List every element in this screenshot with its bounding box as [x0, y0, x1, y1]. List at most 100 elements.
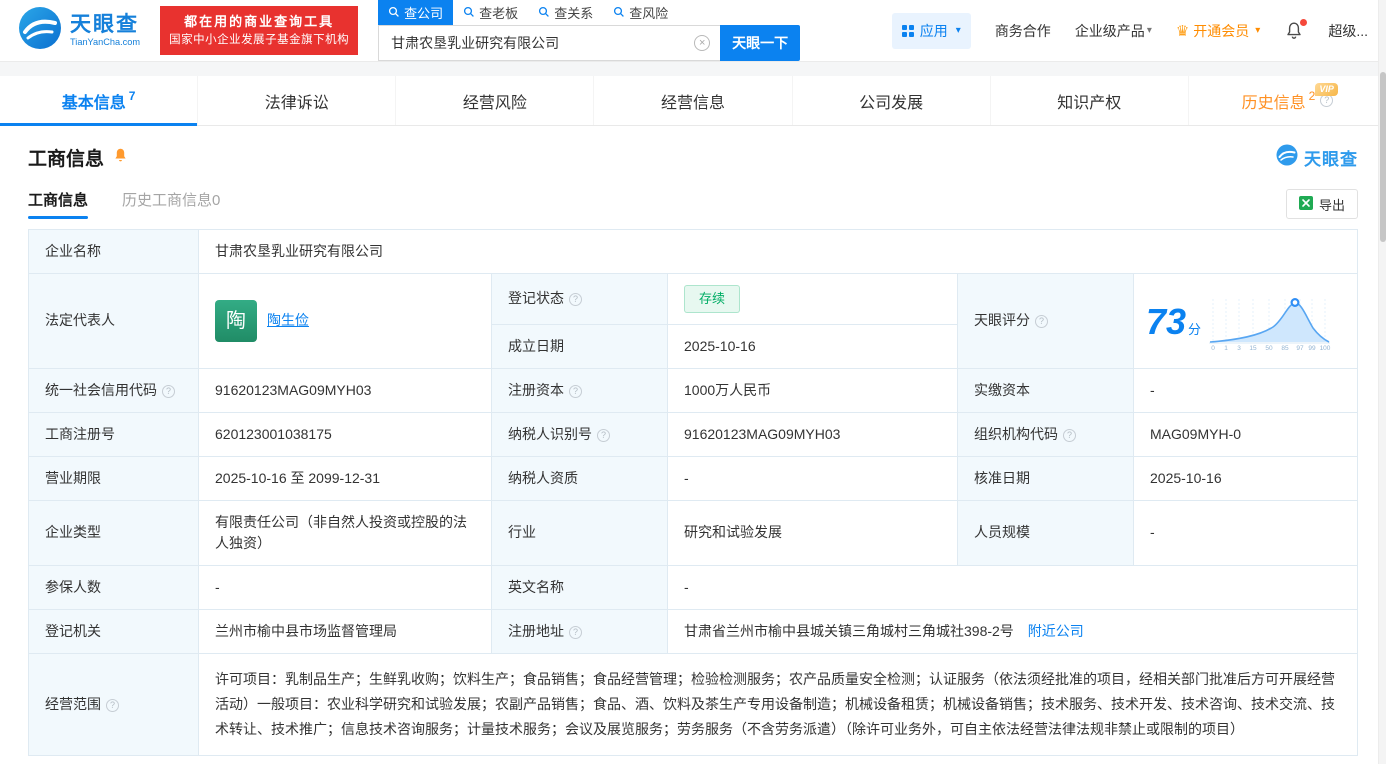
search-icon: [388, 6, 400, 18]
business-cooperation-label: 商务合作: [994, 22, 1051, 39]
industry-label: 行业: [491, 499, 668, 566]
business-term-label: 营业期限: [28, 455, 199, 501]
svg-text:3: 3: [1237, 345, 1241, 351]
tab-history-info[interactable]: VIP 历史信息 2 ?: [1187, 76, 1386, 125]
search-tab-risk[interactable]: 查风险: [603, 0, 678, 25]
page-scrollbar[interactable]: [1378, 0, 1386, 764]
help-icon: ?: [569, 625, 582, 639]
score-number: 73 分: [1146, 300, 1202, 342]
taxpayer-id-value: 91620123MAG09MYH03: [667, 411, 958, 457]
status-badge: 存续: [684, 285, 741, 313]
tab-intellectual-property[interactable]: 知识产权: [989, 76, 1188, 125]
approval-date-label: 核准日期: [957, 455, 1134, 501]
legal-rep-link[interactable]: 陶生俭: [267, 310, 309, 331]
paid-capital-value: -: [1133, 367, 1358, 413]
reg-address-label: 注册地址?: [491, 608, 668, 654]
search-input[interactable]: [378, 24, 721, 61]
search-tab-relation[interactable]: 查关系: [528, 0, 603, 25]
subtabs-row: 工商信息 历史工商信息0 导出: [28, 189, 1358, 219]
reg-authority-value: 兰州市榆中县市场监督管理局: [198, 608, 492, 654]
tab-label: 经营信息: [660, 94, 725, 112]
table-row: 经营范围? 许可项目：乳制品生产；生鲜乳收购；饮料生产；食品销售；食品经营管理；…: [28, 652, 1358, 757]
legal-rep-value: 陶 陶生俭: [198, 273, 492, 369]
tab-legal-proceedings[interactable]: 法律诉讼: [197, 76, 395, 125]
clear-search-icon[interactable]: ×: [694, 34, 711, 51]
export-button[interactable]: 导出: [1285, 189, 1358, 219]
reg-number-value: 620123001038175: [198, 411, 492, 457]
business-cooperation-link[interactable]: 商务合作: [995, 21, 1051, 41]
svg-text:0: 0: [1211, 345, 1215, 351]
search-icon: [538, 6, 550, 18]
nearby-companies-link[interactable]: 附近公司: [1028, 623, 1084, 639]
search-tabs: 查公司 查老板 查关系 查风险: [378, 0, 800, 25]
staff-size-label: 人员规模: [957, 499, 1134, 566]
search-button[interactable]: 天眼一下: [720, 24, 801, 61]
brand-domain: TianYanCha.com: [70, 36, 141, 48]
paid-capital-label: 实缴资本: [957, 367, 1134, 413]
enterprise-product-label: 企业级产品: [1074, 22, 1145, 39]
chevron-down-icon: ▾: [955, 25, 961, 36]
search-input-wrap: ×: [378, 24, 721, 61]
legal-rep-avatar[interactable]: 陶: [215, 299, 257, 342]
tab-operational-risk[interactable]: 经营风险: [395, 76, 593, 125]
company-nav-tabs: 基本信息 7 法律诉讼 经营风险 经营信息 公司发展 知识产权 VIP 历史信息…: [0, 76, 1386, 126]
reg-number-label: 工商注册号: [28, 411, 199, 457]
company-type-label: 企业类型: [28, 499, 199, 566]
search-block: 查公司 查老板 查关系 查风险 甘肃农垦乳业研究有限公司 × 天眼一下: [378, 0, 801, 61]
open-vip-link[interactable]: ♛ 开通会员 ▾: [1176, 21, 1260, 41]
tab-business-info[interactable]: 经营信息: [593, 76, 791, 125]
business-term-value: 2025-10-16 至 2099-12-31: [198, 455, 492, 501]
search-tab-company[interactable]: 查公司: [378, 0, 454, 25]
reg-capital-value: 1000万人民币: [667, 367, 958, 413]
svg-text:1: 1: [1224, 345, 1228, 351]
table-row: 参保人数 - 英文名称 -: [28, 564, 1358, 610]
notification-bell-icon[interactable]: [1284, 18, 1308, 41]
tab-label: 知识产权: [1057, 94, 1122, 112]
approval-date-value: 2025-10-16: [1133, 455, 1358, 501]
chevron-down-icon: ▾: [1255, 25, 1261, 36]
top-header: 天眼查 TianYanCha.com 都在用的商业查询工具 国家中小企业发展子基…: [0, 0, 1386, 62]
excel-icon: [1298, 195, 1313, 213]
score-label: 天眼评分?: [957, 273, 1134, 369]
tianyancha-logo[interactable]: 天眼查 TianYanCha.com: [18, 6, 146, 55]
scrollbar-thumb[interactable]: [1380, 72, 1386, 242]
table-row: 营业期限 2025-10-16 至 2099-12-31 纳税人资质 - 核准日…: [28, 455, 1358, 501]
apps-button[interactable]: 应用 ▾: [891, 12, 971, 49]
tab-company-development[interactable]: 公司发展: [791, 76, 990, 125]
section-title: 工商信息: [28, 149, 105, 170]
search-tab-boss[interactable]: 查老板: [453, 0, 528, 25]
tab-basic-info[interactable]: 基本信息 7: [0, 76, 198, 126]
table-row: 法定代表人 陶 陶生俭 登记状态? 存续 天眼评分? 73 分 0 1 3 15…: [28, 273, 1358, 369]
export-label: 导出: [1318, 197, 1345, 213]
search-tab-label: 查公司: [404, 5, 444, 21]
tianyancha-watermark-icon: [1276, 144, 1298, 171]
promo-line1: 都在用的商业查询工具: [184, 14, 335, 30]
company-name-label: 企业名称: [28, 229, 199, 274]
table-row: 工商注册号 620123001038175 纳税人识别号? 91620123MA…: [28, 411, 1358, 457]
reg-address-value: 甘肃省兰州市榆中县城关镇三角城村三角城社398-2号 附近公司: [667, 608, 1358, 654]
subtab-business-registration[interactable]: 工商信息: [28, 189, 89, 219]
help-icon: ?: [1320, 94, 1334, 107]
tab-label: 经营风险: [462, 94, 527, 112]
tianyancha-logo-icon: [18, 6, 62, 55]
super-vip-link[interactable]: 超级...: [1328, 21, 1368, 41]
brand-name: 天眼查: [70, 13, 139, 37]
help-icon: ?: [569, 293, 582, 307]
reg-capital-label: 注册资本?: [491, 367, 668, 413]
enterprise-product-link[interactable]: 企业级产品 ▾: [1075, 21, 1152, 41]
tab-label: 公司发展: [859, 94, 924, 112]
credit-code-value: 91620123MAG09MYH03: [198, 367, 492, 413]
legal-rep-label: 法定代表人: [28, 273, 199, 369]
business-scope-label: 经营范围?: [28, 652, 199, 757]
promo-badge: 都在用的商业查询工具 国家中小企业发展子基金旗下机构: [160, 6, 359, 55]
tab-label: 历史信息: [1241, 94, 1306, 112]
subscribe-bell-icon[interactable]: [112, 147, 129, 169]
company-type-value: 有限责任公司（非自然人投资或控股的法人独资）: [198, 499, 492, 566]
subtab-history-business-registration[interactable]: 历史工商信息0: [122, 189, 220, 219]
establish-date-label: 成立日期: [491, 323, 668, 369]
notification-dot: [1300, 18, 1308, 26]
svg-text:100: 100: [1320, 345, 1331, 351]
org-code-label: 组织机构代码?: [957, 411, 1134, 457]
svg-text:99: 99: [1308, 345, 1316, 351]
help-icon: ?: [569, 384, 582, 398]
